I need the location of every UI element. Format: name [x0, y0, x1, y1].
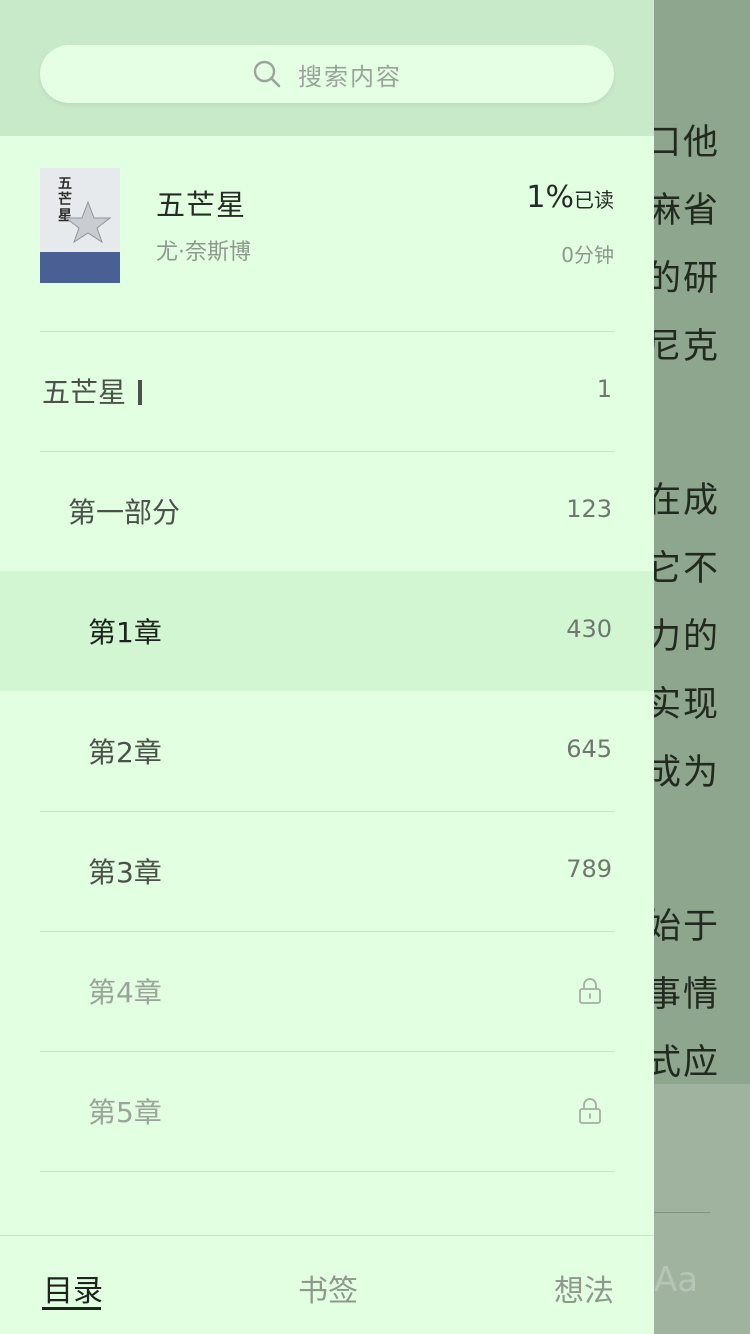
- drawer-tab-bar: 目录 书签 想法: [0, 1235, 654, 1334]
- toc-item-page: 123: [566, 495, 612, 523]
- tab-contents[interactable]: 目录: [43, 1266, 103, 1310]
- reader-text-line: 实现: [646, 685, 721, 725]
- toc-item-page: 430: [566, 615, 612, 643]
- search-icon: [253, 60, 281, 88]
- toc-item-chapter-5[interactable]: 第5章: [0, 1051, 654, 1171]
- drawer-header: 搜索内容: [0, 0, 654, 136]
- toc-item-chapter-4[interactable]: 第4章: [0, 931, 654, 1051]
- lock-icon: [579, 978, 601, 1004]
- reading-progress: 1%已读: [526, 180, 614, 215]
- toc-item-label: 第5章: [88, 1096, 162, 1129]
- tab-bookmarks[interactable]: 书签: [298, 1266, 358, 1310]
- cover-star-icon: [64, 200, 112, 244]
- toc-item-label: 第一部分: [68, 496, 181, 529]
- reader-text-line: 式应: [646, 1043, 721, 1083]
- progress-suffix: 已读: [574, 188, 614, 212]
- toc-item-label: 第1章: [88, 616, 162, 649]
- reader-text-line: 尼克: [646, 327, 721, 367]
- book-title: 五芒星: [156, 188, 247, 222]
- reader-text-line: 在成: [646, 481, 721, 521]
- toc-item-book[interactable]: 五芒星 1: [0, 331, 654, 451]
- progress-value: 1%: [526, 180, 574, 215]
- reader-text-line: 始于: [646, 907, 721, 947]
- toc-item-label: 第4章: [88, 976, 162, 1009]
- toc-item-part[interactable]: 第一部分 123: [0, 451, 654, 571]
- toc-drawer: 搜索内容 五芒星 五芒星 尤·奈斯博 1%已读 0分钟 五芒星 1 第一部分 1…: [0, 0, 654, 1334]
- current-position-marker: [138, 380, 143, 405]
- toc-item-page: 1: [596, 375, 612, 403]
- reading-time: 0分钟: [561, 243, 614, 267]
- reader-text-line: 麻省: [646, 191, 721, 231]
- toc-end-divider: [40, 1171, 614, 1172]
- book-author: 尤·奈斯博: [156, 240, 251, 265]
- toc-item-page: 645: [566, 735, 612, 763]
- active-tab-indicator: [42, 1307, 101, 1310]
- toc-item-label: 五芒星: [42, 371, 143, 411]
- cover-band: [40, 252, 120, 283]
- reader-text-line: 的研: [646, 259, 721, 299]
- book-info[interactable]: 五芒星 五芒星 尤·奈斯博 1%已读 0分钟: [40, 168, 614, 284]
- reader-text-line: 成为: [646, 753, 721, 793]
- tab-notes[interactable]: 想法: [554, 1266, 614, 1310]
- toc-item-page: 789: [566, 855, 612, 883]
- toc-list: 五芒星 1 第一部分 123 第1章 430 第2章 645 第3章 789 第…: [0, 331, 654, 1172]
- reader-text-line: 口他: [646, 123, 721, 163]
- font-size-button[interactable]: Aa: [654, 1260, 698, 1300]
- toc-item-chapter-1[interactable]: 第1章 430: [0, 571, 654, 691]
- lock-icon: [579, 1098, 601, 1124]
- reader-text-line: 力的: [646, 617, 721, 657]
- search-bar[interactable]: 搜索内容: [40, 45, 614, 103]
- toc-item-chapter-2[interactable]: 第2章 645: [0, 691, 654, 811]
- reader-text-line: 事情: [646, 975, 721, 1015]
- toc-item-label: 第2章: [88, 736, 162, 769]
- search-placeholder: 搜索内容: [298, 62, 402, 91]
- toc-item-label: 第3章: [88, 856, 162, 889]
- book-cover: 五芒星: [40, 168, 120, 283]
- reader-text-line: 它不: [646, 549, 721, 589]
- toc-item-chapter-3[interactable]: 第3章 789: [0, 811, 654, 931]
- toolbar-divider: [654, 1212, 710, 1213]
- toc-item-text: 五芒星: [42, 376, 127, 409]
